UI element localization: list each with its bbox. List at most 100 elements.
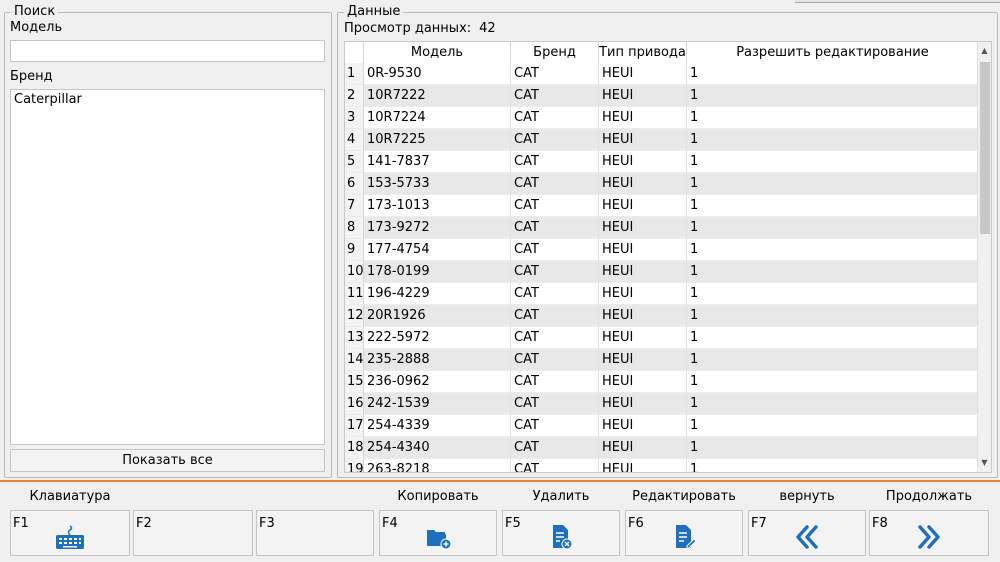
model-cell[interactable]: 141-7837 (364, 151, 511, 173)
table-row[interactable]: 12 20R1926 CAT HEUI 1 (345, 305, 979, 327)
column-header-allow-edit[interactable]: Разрешить редактирование (687, 42, 979, 63)
model-cell[interactable]: 153-5733 (364, 173, 511, 195)
drive-type-cell[interactable]: HEUI (599, 305, 687, 327)
model-cell[interactable]: 10R7224 (364, 107, 511, 129)
brand-cell[interactable]: CAT (511, 437, 599, 459)
scroll-up-arrow-icon[interactable]: ▲ (978, 44, 991, 58)
brand-cell[interactable]: CAT (511, 107, 599, 129)
drive-type-cell[interactable]: HEUI (599, 151, 687, 173)
table-row[interactable]: 2 10R7222 CAT HEUI 1 (345, 85, 979, 107)
drive-type-cell[interactable]: HEUI (599, 371, 687, 393)
table-row[interactable]: 18 254-4340 CAT HEUI 1 (345, 437, 979, 459)
table-row[interactable]: 16 242-1539 CAT HEUI 1 (345, 393, 979, 415)
brand-cell[interactable]: CAT (511, 305, 599, 327)
model-cell[interactable]: 254-4339 (364, 415, 511, 437)
f8-continue-button[interactable]: F8 (869, 510, 989, 556)
data-table[interactable]: Модель Бренд Тип привода Разрешить редак… (344, 41, 992, 473)
brand-list-item[interactable]: Caterpillar (11, 90, 324, 110)
drive-type-cell[interactable]: HEUI (599, 63, 687, 85)
brand-cell[interactable]: CAT (511, 129, 599, 151)
drive-type-cell[interactable]: HEUI (599, 415, 687, 437)
brand-cell[interactable]: CAT (511, 173, 599, 195)
row-number-cell[interactable]: 13 (345, 327, 364, 349)
drive-type-cell[interactable]: HEUI (599, 85, 687, 107)
table-row[interactable]: 7 173-1013 CAT HEUI 1 (345, 195, 979, 217)
allow-edit-cell[interactable]: 1 (687, 327, 979, 349)
model-cell[interactable]: 173-1013 (364, 195, 511, 217)
brand-cell[interactable]: CAT (511, 151, 599, 173)
drive-type-cell[interactable]: HEUI (599, 349, 687, 371)
brand-cell[interactable]: CAT (511, 415, 599, 437)
drive-type-cell[interactable]: HEUI (599, 129, 687, 151)
drive-type-cell[interactable]: HEUI (599, 217, 687, 239)
table-row[interactable]: 9 177-4754 CAT HEUI 1 (345, 239, 979, 261)
allow-edit-cell[interactable]: 1 (687, 305, 979, 327)
row-number-header[interactable] (345, 42, 364, 63)
model-cell[interactable]: 263-8218 (364, 459, 511, 472)
brand-cell[interactable]: CAT (511, 261, 599, 283)
row-number-cell[interactable]: 15 (345, 371, 364, 393)
brand-cell[interactable]: CAT (511, 393, 599, 415)
row-number-cell[interactable]: 16 (345, 393, 364, 415)
column-header-drive-type[interactable]: Тип привода (599, 42, 687, 63)
allow-edit-cell[interactable]: 1 (687, 437, 979, 459)
table-row[interactable]: 10 178-0199 CAT HEUI 1 (345, 261, 979, 283)
drive-type-cell[interactable]: HEUI (599, 195, 687, 217)
model-cell[interactable]: 178-0199 (364, 261, 511, 283)
column-header-brand[interactable]: Бренд (511, 42, 599, 63)
f2-button[interactable]: F2 (133, 510, 253, 556)
row-number-cell[interactable]: 18 (345, 437, 364, 459)
table-row[interactable]: 17 254-4339 CAT HEUI 1 (345, 415, 979, 437)
row-number-cell[interactable]: 14 (345, 349, 364, 371)
scrollbar-thumb[interactable] (980, 62, 990, 234)
allow-edit-cell[interactable]: 1 (687, 415, 979, 437)
drive-type-cell[interactable]: HEUI (599, 107, 687, 129)
table-row[interactable]: 19 263-8218 CAT HEUI 1 (345, 459, 979, 472)
drive-type-cell[interactable]: HEUI (599, 459, 687, 472)
allow-edit-cell[interactable]: 1 (687, 349, 979, 371)
model-cell[interactable]: 235-2888 (364, 349, 511, 371)
allow-edit-cell[interactable]: 1 (687, 371, 979, 393)
column-header-model[interactable]: Модель (364, 42, 511, 63)
row-number-cell[interactable]: 3 (345, 107, 364, 129)
f1-keyboard-button[interactable]: F1 (10, 510, 130, 556)
row-number-cell[interactable]: 7 (345, 195, 364, 217)
allow-edit-cell[interactable]: 1 (687, 173, 979, 195)
f5-delete-button[interactable]: F5 (502, 510, 620, 556)
brand-cell[interactable]: CAT (511, 459, 599, 472)
allow-edit-cell[interactable]: 1 (687, 107, 979, 129)
table-row[interactable]: 11 196-4229 CAT HEUI 1 (345, 283, 979, 305)
table-row[interactable]: 14 235-2888 CAT HEUI 1 (345, 349, 979, 371)
model-search-input[interactable] (10, 40, 325, 62)
brand-cell[interactable]: CAT (511, 349, 599, 371)
model-cell[interactable]: 242-1539 (364, 393, 511, 415)
allow-edit-cell[interactable]: 1 (687, 239, 979, 261)
drive-type-cell[interactable]: HEUI (599, 239, 687, 261)
model-cell[interactable]: 222-5972 (364, 327, 511, 349)
allow-edit-cell[interactable]: 1 (687, 283, 979, 305)
allow-edit-cell[interactable]: 1 (687, 217, 979, 239)
allow-edit-cell[interactable]: 1 (687, 459, 979, 472)
brand-cell[interactable]: CAT (511, 239, 599, 261)
row-number-cell[interactable]: 1 (345, 63, 364, 85)
allow-edit-cell[interactable]: 1 (687, 195, 979, 217)
scroll-down-arrow-icon[interactable]: ▼ (978, 456, 991, 470)
model-cell[interactable]: 20R1926 (364, 305, 511, 327)
row-number-cell[interactable]: 12 (345, 305, 364, 327)
table-row[interactable]: 13 222-5972 CAT HEUI 1 (345, 327, 979, 349)
table-row[interactable]: 6 153-5733 CAT HEUI 1 (345, 173, 979, 195)
model-cell[interactable]: 236-0962 (364, 371, 511, 393)
model-cell[interactable]: 173-9272 (364, 217, 511, 239)
allow-edit-cell[interactable]: 1 (687, 261, 979, 283)
drive-type-cell[interactable]: HEUI (599, 437, 687, 459)
row-number-cell[interactable]: 5 (345, 151, 364, 173)
allow-edit-cell[interactable]: 1 (687, 129, 979, 151)
table-vertical-scrollbar[interactable]: ▲ ▼ (977, 42, 991, 472)
drive-type-cell[interactable]: HEUI (599, 261, 687, 283)
model-cell[interactable]: 196-4229 (364, 283, 511, 305)
row-number-cell[interactable]: 2 (345, 85, 364, 107)
f3-button[interactable]: F3 (256, 510, 374, 556)
row-number-cell[interactable]: 11 (345, 283, 364, 305)
allow-edit-cell[interactable]: 1 (687, 63, 979, 85)
brand-cell[interactable]: CAT (511, 217, 599, 239)
